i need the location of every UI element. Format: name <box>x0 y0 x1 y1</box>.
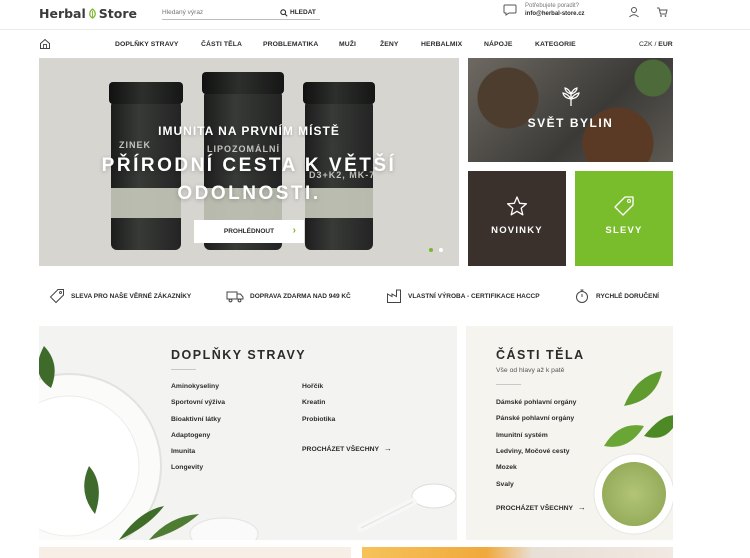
top-header: Herbal Store HLEDAT Potřebujete poradit?… <box>0 0 750 30</box>
home-icon[interactable] <box>39 38 51 50</box>
chevron-right-icon: › <box>292 225 296 236</box>
benefit-haccp-text: VLASTNÍ VÝROBA - CERTIFIKACE HACCP <box>408 292 540 300</box>
contact-email[interactable]: info@herbal-store.cz <box>525 11 585 17</box>
nav-item-categories[interactable]: KATEGORIE <box>535 41 576 48</box>
nav-item-women[interactable]: ŽENY <box>380 41 399 48</box>
chat-bubble-icon <box>503 4 517 16</box>
slider-dot[interactable] <box>429 248 433 252</box>
herb-leaf-icon <box>562 87 580 106</box>
supplements-browse-all-label: PROCHÁZET VŠECHNY <box>302 446 379 453</box>
nav-item-men[interactable]: MUŽI <box>339 41 356 48</box>
arrow-right-icon: → <box>577 503 586 512</box>
benefit-haccp: VLASTNÍ VÝROBA - CERTIFIKACE HACCP <box>386 284 540 308</box>
benefits-bar: SLEVA PRO NAŠE VĚRNÉ ZÁKAZNÍKY DOPRAVA Z… <box>39 284 673 308</box>
search-button[interactable]: HLEDAT <box>280 8 316 17</box>
supplement-link[interactable]: Imunita <box>171 448 195 455</box>
title-divider <box>171 369 196 370</box>
body-parts-browse-all-link[interactable]: PROCHÁZET VŠECHNY → <box>496 503 586 512</box>
supplement-link[interactable]: Sportovní výživa <box>171 399 225 406</box>
main-navigation: DOPLŇKY STRAVY ČÁSTI TĚLA PROBLEMATIKA M… <box>0 34 750 56</box>
truck-icon <box>226 291 244 303</box>
supplement-link[interactable]: Longevity <box>171 464 203 471</box>
tile-herbs[interactable]: SVĚT BYLIN <box>468 58 673 162</box>
supplements-panel: DOPLŇKY STRAVY Aminokyseliny Sportovní v… <box>39 326 457 540</box>
slider-dots <box>429 248 443 252</box>
user-icon[interactable] <box>628 6 640 18</box>
hero-cta-label: PROHLÉDNOUT <box>223 228 275 235</box>
contact-block[interactable]: Potřebujete poradit? info@herbal-store.c… <box>503 3 585 17</box>
hero-subtitle: IMUNITA NA PRVNÍM MÍSTĚ <box>158 124 340 138</box>
nav-item-supplements[interactable]: DOPLŇKY STRAVY <box>115 41 178 48</box>
decorative-bowl-image <box>189 517 259 540</box>
title-divider <box>496 384 521 385</box>
arrow-right-icon: → <box>383 444 392 453</box>
tile-herbs-label: SVĚT BYLIN <box>527 116 614 130</box>
nav-item-problems[interactable]: PROBLEMATIKA <box>263 41 318 48</box>
hero-cta-button[interactable]: PROHLÉDNOUT › <box>194 220 304 243</box>
currency-separator: / <box>654 41 657 48</box>
hero-banner[interactable]: ZINEK LIPOZOMÁLNÍ D3+K2, MK-7 IMUNITA NA… <box>39 58 459 266</box>
body-parts-subtitle: Vše od hlavy až k patě <box>496 367 565 374</box>
tile-sale[interactable]: SLEVY <box>575 171 673 266</box>
hero-title-line-1: PŘÍRODNÍ CESTA K VĚTŠÍ <box>101 155 397 176</box>
currency-eur[interactable]: EUR <box>658 41 672 48</box>
currency-czk[interactable]: CZK <box>639 41 653 48</box>
tile-new[interactable]: NOVINKY <box>468 171 566 266</box>
supplements-browse-all-link[interactable]: PROCHÁZET VŠECHNY → <box>302 444 392 453</box>
slider-dot[interactable] <box>439 248 443 252</box>
leaf-icon <box>88 8 96 19</box>
supplement-link[interactable]: Bioaktivní látky <box>171 416 221 423</box>
body-parts-panel: ČÁSTI TĚLA Vše od hlavy až k patě Dámské… <box>466 326 673 540</box>
search-button-label: HLEDAT <box>290 9 316 16</box>
benefit-fast-delivery-text: RYCHLÉ DORUČENÍ <box>596 292 659 300</box>
body-part-link[interactable]: Pánské pohlavní orgány <box>496 415 574 422</box>
body-part-link[interactable]: Mozek <box>496 464 517 471</box>
search-input[interactable] <box>162 9 280 16</box>
supplement-link[interactable]: Hořčík <box>302 383 323 390</box>
body-parts-title: ČÁSTI TĚLA <box>496 348 585 362</box>
benefit-loyalty-text: SLEVA PRO NAŠE VĚRNÉ ZÁKAZNÍKY <box>71 292 192 300</box>
logo[interactable]: Herbal Store <box>39 6 137 21</box>
decorative-spoon-image <box>357 483 457 532</box>
supplements-title: DOPLŇKY STRAVY <box>171 348 307 362</box>
benefit-loyalty: SLEVA PRO NAŠE VĚRNÉ ZÁKAZNÍKY <box>49 284 191 308</box>
search-icon <box>280 8 288 17</box>
benefit-fast-delivery: RYCHLÉ DORUČENÍ <box>574 284 659 308</box>
body-part-link[interactable]: Ledviny, Močové cesty <box>496 448 570 455</box>
body-part-link[interactable]: Svaly <box>496 481 514 488</box>
tile-sale-label: SLEVY <box>605 225 643 236</box>
body-parts-browse-all-label: PROCHÁZET VŠECHNY <box>496 505 573 512</box>
stopwatch-icon <box>576 289 588 303</box>
benefit-free-shipping-text: DOPRAVA ZDARMA NAD 949 KČ <box>250 292 351 300</box>
next-section-peek-left <box>39 547 351 558</box>
logo-text-right: Store <box>98 6 137 21</box>
factory-icon <box>387 289 401 303</box>
search-bar: HLEDAT <box>162 6 320 20</box>
nav-item-herbalmix[interactable]: HERBALMIX <box>421 41 462 48</box>
nav-item-drinks[interactable]: NÁPOJE <box>484 41 513 48</box>
decorative-herb-bowl-image <box>593 371 673 535</box>
supplement-link[interactable]: Kreatin <box>302 399 325 406</box>
supplement-link[interactable]: Aminokyseliny <box>171 383 219 390</box>
hero-title-line-2: ODOLNOSTI. <box>177 183 321 204</box>
nav-item-body-parts[interactable]: ČÁSTI TĚLA <box>201 41 242 48</box>
jar-label-text: ZINEK <box>119 140 151 150</box>
cart-icon[interactable] <box>656 6 668 18</box>
supplement-link[interactable]: Adaptogeny <box>171 432 210 439</box>
benefit-free-shipping: DOPRAVA ZDARMA NAD 949 KČ <box>226 284 351 308</box>
star-icon <box>506 196 528 216</box>
contact-question: Potřebujete poradit? <box>525 3 580 9</box>
supplement-link[interactable]: Probiotika <box>302 416 335 423</box>
logo-text-left: Herbal <box>39 6 86 21</box>
currency-switch[interactable]: CZK / EUR <box>639 41 673 48</box>
next-section-peek-right <box>362 547 673 558</box>
hero-title: PŘÍRODNÍ CESTA K VĚTŠÍ ODOLNOSTI. <box>79 152 419 208</box>
body-part-link[interactable]: Imunitní systém <box>496 432 548 439</box>
tag-icon <box>49 289 64 304</box>
price-tag-icon <box>614 196 634 216</box>
body-part-link[interactable]: Dámské pohlavní orgány <box>496 399 576 406</box>
tile-new-label: NOVINKY <box>491 225 543 236</box>
